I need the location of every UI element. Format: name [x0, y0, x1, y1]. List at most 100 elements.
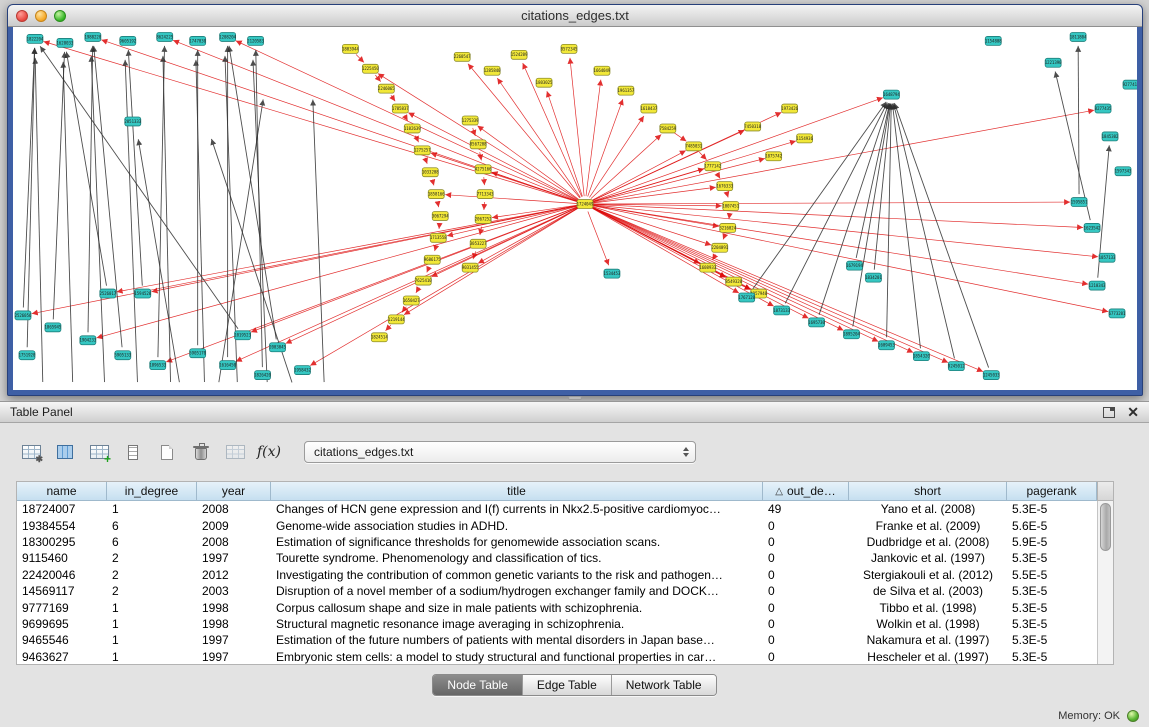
graph-node[interactable]: 1895204 — [843, 330, 860, 339]
graph-node[interactable]: 9245012 — [948, 362, 965, 371]
graph-node[interactable]: 1594520 — [134, 289, 151, 298]
graph-node[interactable]: 1865945 — [45, 323, 62, 332]
graph-node[interactable]: 8549320 — [725, 277, 742, 286]
graph-node[interactable]: 1285840 — [484, 66, 501, 75]
graph-node[interactable]: 2526056 — [15, 311, 32, 320]
graph-node[interactable]: 1648794 — [883, 90, 900, 99]
window-titlebar[interactable]: citations_edges.txt — [8, 5, 1142, 27]
graph-node[interactable]: 2204091 — [711, 243, 728, 252]
column-header-out-de-[interactable]: △out_de… — [763, 482, 849, 501]
graph-node[interactable]: 1524209 — [511, 50, 528, 59]
graph-node[interactable]: 7450318 — [744, 122, 761, 131]
graph-node[interactable]: 1221390 — [1045, 58, 1062, 67]
graph-node[interactable]: 1007451 — [722, 202, 739, 211]
zoom-window-button[interactable] — [54, 10, 66, 22]
graph-node[interactable]: 7625410 — [415, 276, 432, 285]
graph-node[interactable]: 2246065 — [378, 84, 395, 93]
graph-node[interactable]: 1208204 — [219, 32, 236, 41]
graph-node[interactable]: 1875742 — [765, 152, 782, 161]
graph-node[interactable]: 1785837 — [392, 104, 409, 113]
graph-node[interactable]: 1628033 — [57, 38, 74, 47]
graph-node[interactable]: 1695730 — [808, 318, 825, 327]
close-panel-icon[interactable]: ✕ — [1127, 405, 1139, 419]
graph-node[interactable]: 1854320 — [913, 352, 930, 361]
graph-node[interactable]: 3053227 — [470, 239, 487, 248]
close-window-button[interactable] — [16, 10, 28, 22]
table-row[interactable]: 1830029562008Estimation of significance … — [17, 534, 1097, 550]
graph-node[interactable]: 1595851 — [1071, 198, 1088, 207]
tab-network-table[interactable]: Network Table — [612, 675, 716, 695]
graph-node[interactable]: 1713558 — [430, 233, 447, 242]
graph-node[interactable]: 1824514 — [371, 333, 388, 342]
graph-node[interactable]: 1958432 — [294, 366, 311, 375]
graph-node[interactable]: 4275166 — [475, 165, 492, 174]
graph-node[interactable]: 5905170 — [189, 349, 206, 358]
vertical-scrollbar[interactable] — [1097, 501, 1113, 664]
column-header-pagerank[interactable]: pagerank — [1007, 482, 1097, 501]
graph-node[interactable]: 1033208 — [422, 168, 439, 177]
table-mode-button[interactable]: ✱ — [16, 439, 46, 466]
graph-node[interactable]: 8572345 — [561, 44, 578, 53]
graph-node[interactable]: 9686175 — [424, 255, 441, 264]
tab-edge-table[interactable]: Edge Table — [523, 675, 612, 695]
graph-node[interactable]: 1210343 — [1089, 281, 1106, 290]
graph-node[interactable]: 1275257 — [414, 146, 431, 155]
new-column-button[interactable]: + — [84, 439, 114, 466]
table-row[interactable]: 969969511998Structural magnetic resonanc… — [17, 616, 1097, 632]
column-header-in-degree[interactable]: in_degree — [107, 482, 197, 501]
network-graph[interactable]: 1822204162803319882209605192862422517470… — [13, 27, 1137, 390]
graph-node[interactable]: 1618437 — [640, 104, 657, 113]
graph-node[interactable]: 1777142 — [704, 162, 721, 171]
graph-node[interactable]: 1873133 — [773, 306, 790, 315]
graph-node[interactable]: 1608933 — [699, 263, 716, 272]
table-row[interactable]: 1456911722003Disruption of a novel membe… — [17, 583, 1097, 599]
graph-node[interactable]: 1747030 — [189, 36, 206, 45]
select-columns-button[interactable] — [50, 439, 80, 466]
graph-node[interactable]: 1811804 — [1070, 32, 1087, 41]
graph-node[interactable]: 1057133 — [1099, 253, 1116, 262]
graph-node[interactable]: 1896533 — [149, 361, 166, 370]
graph-node[interactable]: 7584259 — [659, 124, 676, 133]
graph-node[interactable]: 1676333 — [716, 182, 733, 191]
graph-node[interactable]: 3216024 — [719, 223, 736, 232]
function-builder-button[interactable]: f(x) — [254, 439, 284, 466]
graph-node[interactable]: 1973426 — [781, 104, 798, 113]
graph-node[interactable]: 1845302 — [1102, 132, 1119, 141]
graph-node[interactable]: 1826420 — [254, 371, 271, 380]
rows-button[interactable] — [118, 439, 148, 466]
graph-node[interactable]: 1616450 — [219, 361, 236, 370]
table-row[interactable]: 946554611997Estimation of the future num… — [17, 632, 1097, 648]
graph-node[interactable]: 1961357 — [618, 86, 635, 95]
graph-node[interactable]: 1154808 — [985, 36, 1002, 45]
float-panel-icon[interactable] — [1103, 407, 1115, 418]
graph-node[interactable]: 1534453 — [604, 269, 621, 278]
tab-node-table[interactable]: Node Table — [433, 675, 523, 695]
new-file-button[interactable] — [152, 439, 182, 466]
table-row[interactable]: 2242004622012Investigating the contribut… — [17, 567, 1097, 583]
graph-node[interactable]: 2526017 — [99, 289, 116, 298]
table-row[interactable]: 946362711997Embryonic stem cells: a mode… — [17, 649, 1097, 665]
graph-node[interactable]: 1245033 — [983, 371, 1000, 380]
graph-node[interactable]: 1803944 — [342, 44, 359, 53]
table-select-dropdown[interactable]: citations_edges.txt — [304, 441, 696, 463]
graph-node[interactable]: 1751920 — [19, 351, 36, 360]
graph-node[interactable]: 1019523 — [234, 331, 251, 340]
graph-node[interactable]: 1650427 — [403, 296, 420, 305]
column-header-title[interactable]: title — [271, 482, 763, 501]
graph-node[interactable]: 9605192 — [119, 36, 136, 45]
minimize-window-button[interactable] — [35, 10, 47, 22]
graph-node[interactable]: 1834201 — [865, 273, 882, 282]
graph-node[interactable]: 1664049 — [594, 66, 611, 75]
graph-node[interactable]: 1988220 — [84, 32, 101, 41]
graph-node[interactable]: 8624225 — [156, 32, 173, 41]
scrollbar-thumb[interactable] — [1100, 503, 1111, 551]
graph-node[interactable]: 1219144 — [388, 315, 405, 324]
graph-node[interactable]: 1225450 — [362, 64, 379, 73]
graph-node[interactable]: 1724049 — [577, 200, 594, 209]
import-table-button[interactable] — [220, 439, 250, 466]
table-row[interactable]: 1872400712008Changes of HCN gene express… — [17, 501, 1097, 517]
column-header-year[interactable]: year — [197, 482, 271, 501]
table-row[interactable]: 911546021997Tourette syndrome. Phenomeno… — [17, 550, 1097, 566]
graph-node[interactable]: 2067252 — [475, 214, 492, 223]
graph-node[interactable]: 8567208 — [470, 140, 487, 149]
